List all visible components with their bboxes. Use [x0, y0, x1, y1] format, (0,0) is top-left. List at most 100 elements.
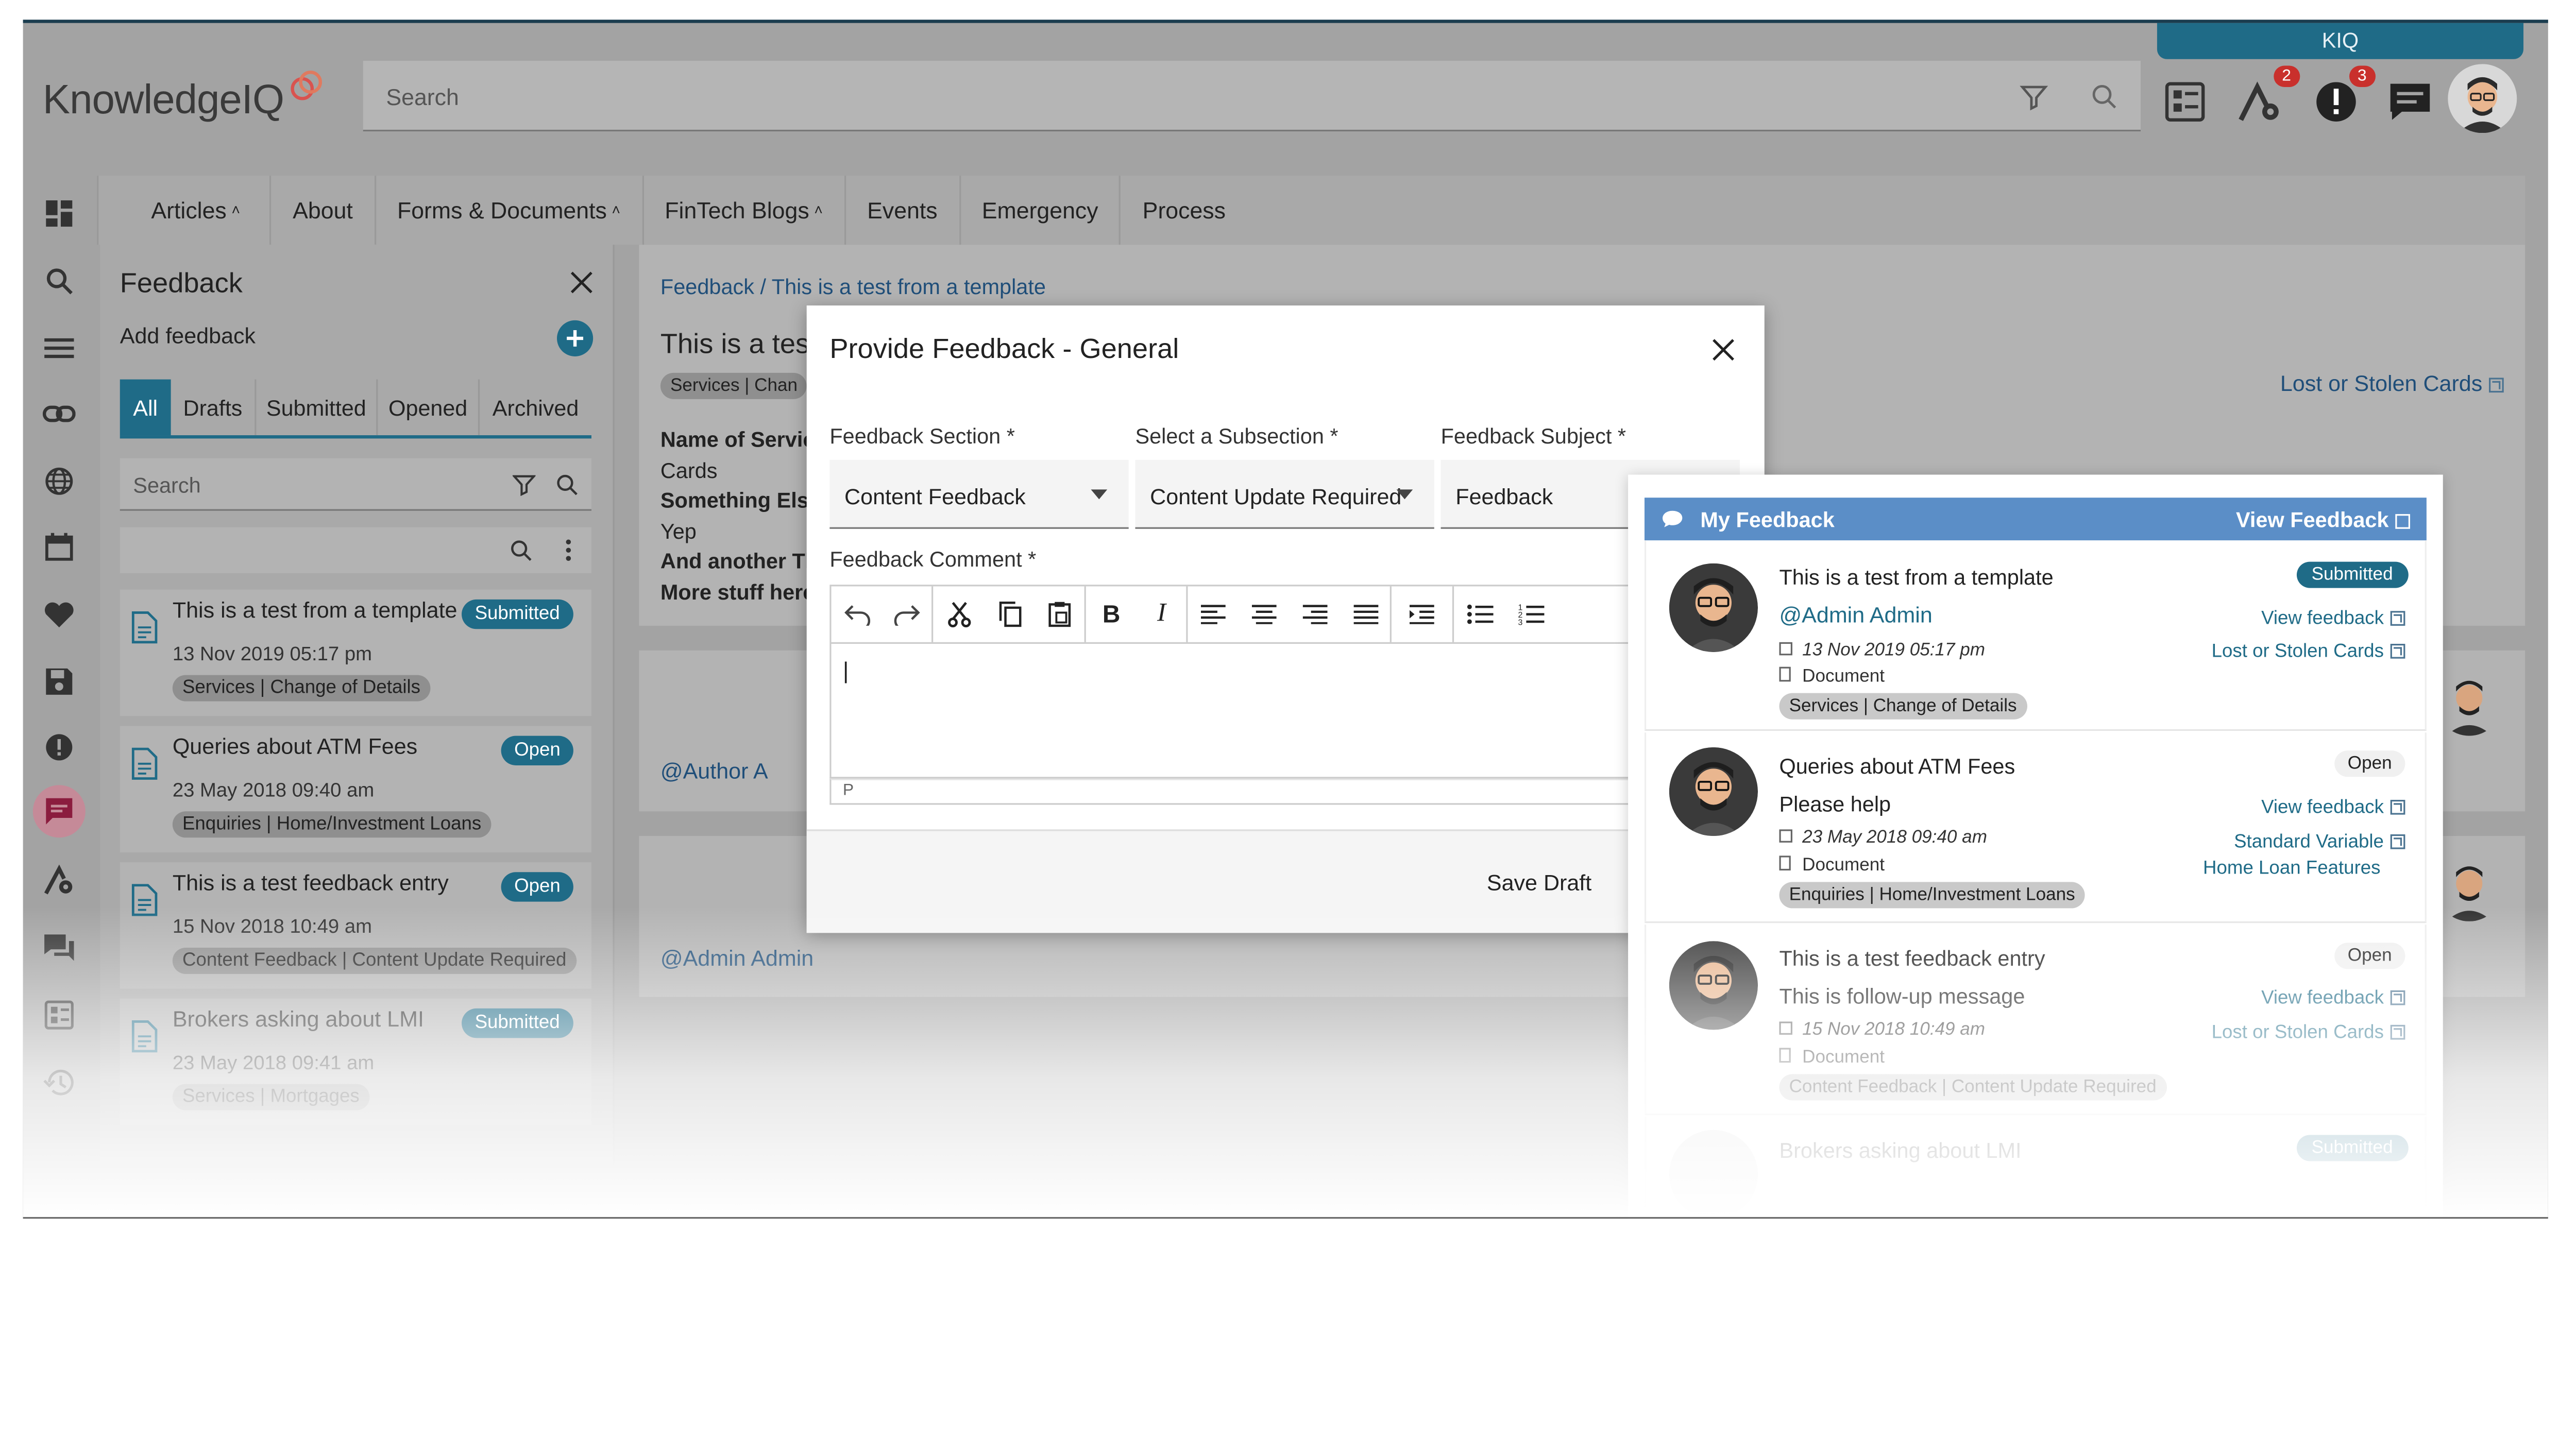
alert-icon[interactable] [41, 729, 77, 765]
forum-icon[interactable] [41, 930, 77, 966]
feedback-list-item[interactable]: Brokers asking about LMI Submitted 23 Ma… [120, 998, 591, 1125]
bold-icon[interactable]: B [1086, 586, 1137, 642]
close-icon[interactable] [1708, 335, 1738, 365]
comment-editor[interactable]: | [829, 644, 1740, 779]
search-icon[interactable] [507, 537, 534, 563]
entry-title: Brokers asking about LMI [1779, 1138, 2022, 1163]
globe-icon[interactable] [41, 463, 77, 499]
user-avatar[interactable] [2448, 64, 2517, 133]
related-article-link[interactable]: Home Loan Features [2203, 859, 2381, 879]
add-feedback-button[interactable] [557, 320, 594, 356]
external-link-icon [2390, 644, 2405, 659]
widgets-icon[interactable] [41, 997, 77, 1033]
nav-item-process[interactable]: Process [1121, 176, 1247, 245]
copy-icon[interactable] [984, 586, 1035, 642]
item-date: 23 May 2018 09:41 am [172, 1051, 375, 1074]
paste-icon[interactable] [1035, 586, 1086, 642]
nav-item-fintech-blogs[interactable]: FinTech Blogs ˄ [643, 176, 846, 245]
panel-title: Feedback [120, 267, 243, 299]
chat-icon[interactable] [2384, 76, 2436, 128]
breadcrumb[interactable]: Feedback / This is a test from a templat… [660, 275, 1046, 299]
kiq-tab[interactable]: KIQ [2157, 23, 2523, 59]
feedback-list-item[interactable]: This is a test feedback entry Open 15 No… [120, 862, 591, 989]
author-link[interactable]: @Author A [660, 759, 768, 783]
align-center-icon[interactable] [1239, 586, 1290, 642]
history-icon[interactable] [41, 1064, 77, 1100]
cut-icon[interactable] [933, 586, 984, 642]
save-draft-button[interactable]: Save Draft [1487, 870, 1591, 895]
entry-tag: Services | Change of Details [1779, 693, 2027, 720]
search-filter-icon[interactable] [2018, 80, 2050, 113]
filter-icon[interactable] [511, 471, 537, 498]
my-feedback-entry[interactable]: This is a test feedback entry Open This … [1644, 925, 2427, 1116]
modal-footer: Save Draft [806, 829, 1765, 933]
subject-label: Feedback Subject * [1440, 423, 1626, 449]
search-icon[interactable] [554, 471, 580, 498]
my-feedback-entry[interactable]: This is a test from a template Submitted… [1644, 540, 2427, 731]
panel-secondary-search[interactable] [120, 527, 591, 573]
more-options-icon[interactable] [557, 537, 580, 563]
bullet-list-icon[interactable] [1454, 586, 1505, 642]
related-article-link[interactable]: Lost or Stolen Cards [2212, 642, 2405, 662]
panel-search-bar[interactable]: Search [120, 458, 591, 511]
align-justify-icon[interactable] [1341, 586, 1392, 642]
item-title: Brokers asking about LMI [172, 1006, 424, 1032]
panel-search-input[interactable]: Search [133, 473, 200, 498]
nav-item-articles[interactable]: Articles ˄ [98, 176, 272, 245]
section-select[interactable]: Content Feedback [829, 459, 1129, 529]
entry-date: 15 Nov 2018 10:49 am [1779, 1020, 1985, 1040]
save-icon[interactable] [41, 663, 77, 699]
view-feedback-link[interactable]: View feedback [2261, 989, 2405, 1008]
entry-message[interactable]: @Admin Admin [1779, 603, 1932, 627]
nav-item-forms-documents[interactable]: Forms & Documents ˄ [376, 176, 643, 245]
align-left-icon[interactable] [1188, 586, 1239, 642]
item-tag: Services | Change of Details [172, 675, 431, 702]
tab-submitted[interactable]: Submitted [256, 379, 378, 436]
screenshot-stage: KnowledgeIQ Search KIQ 2 3 Articles ˄ Ab… [0, 0, 2576, 1454]
global-search-bar[interactable]: Search [363, 60, 2141, 132]
dashboard-icon[interactable] [41, 195, 77, 231]
entry-message: This is follow-up message [1779, 984, 2025, 1008]
nav-item-emergency[interactable]: Emergency [960, 176, 1122, 245]
tab-all[interactable]: All [120, 379, 171, 436]
feedback-icon[interactable] [32, 785, 86, 838]
dashboard-grid-icon[interactable] [2159, 76, 2211, 128]
logo[interactable]: KnowledgeIQ [43, 71, 324, 128]
calendar-icon[interactable] [41, 529, 77, 565]
search-icon[interactable] [2088, 80, 2121, 113]
author-link[interactable]: @Admin Admin [660, 946, 814, 971]
entry-doc: Document [1779, 856, 1885, 876]
view-feedback-link[interactable]: View feedback [2261, 798, 2405, 818]
nav-item-events[interactable]: Events [846, 176, 961, 245]
nav-item-about[interactable]: About [272, 176, 376, 245]
tab-archived[interactable]: Archived [480, 380, 591, 435]
tab-opened[interactable]: Opened [378, 379, 480, 436]
related-link[interactable]: Lost or Stolen Cards [2280, 371, 2504, 396]
heart-icon[interactable] [41, 596, 77, 632]
subsection-select[interactable]: Content Update Required [1135, 459, 1434, 529]
settings-count-badge: 2 [2274, 65, 2299, 88]
feedback-list-item[interactable]: This is a test from a template Submitted… [120, 589, 591, 716]
global-search-input[interactable]: Search [386, 84, 459, 110]
redo-icon[interactable] [882, 586, 934, 642]
close-icon[interactable] [567, 268, 596, 297]
indent-icon[interactable] [1392, 586, 1454, 642]
related-article-link[interactable]: Lost or Stolen Cards [2212, 1023, 2405, 1043]
external-link-icon [2390, 799, 2405, 815]
link-icon[interactable] [41, 396, 77, 432]
align-right-icon[interactable] [1290, 586, 1341, 642]
manage-settings-icon[interactable] [41, 862, 77, 898]
my-feedback-entry[interactable]: Queries about ATM Fees Open Please help … [1644, 732, 2427, 923]
menu-icon[interactable] [41, 330, 77, 366]
undo-icon[interactable] [832, 586, 883, 642]
view-feedback-link[interactable]: View Feedback [2236, 507, 2410, 532]
my-feedback-entry[interactable]: Brokers asking about LMI Submitted [1644, 1117, 2427, 1219]
related-article-link[interactable]: Standard Variable [2234, 833, 2405, 852]
search-icon[interactable] [41, 263, 77, 299]
external-link-icon [2390, 834, 2405, 849]
feedback-list-item[interactable]: Queries about ATM Fees Open 23 May 2018 … [120, 726, 591, 852]
italic-icon[interactable]: I [1137, 586, 1188, 642]
numbered-list-icon[interactable]: 123 [1505, 586, 1556, 642]
tab-drafts[interactable]: Drafts [171, 379, 257, 436]
view-feedback-link[interactable]: View feedback [2261, 609, 2405, 629]
